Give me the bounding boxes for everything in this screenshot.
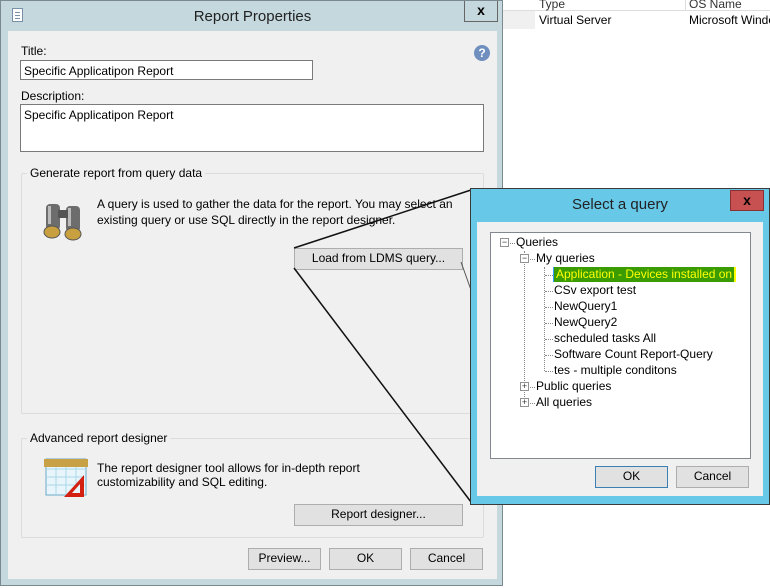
tree-node-all-queries[interactable]: All queries (536, 395, 592, 410)
query-window-title: Select a query (572, 196, 668, 213)
query-tree[interactable]: − Queries − My queries Application - Dev… (490, 232, 751, 459)
tree-line (545, 307, 553, 308)
tree-line (545, 339, 553, 340)
tree-line (530, 387, 535, 388)
expand-icon[interactable]: + (520, 382, 529, 391)
tree-line (545, 355, 553, 356)
tree-item[interactable]: NewQuery1 (554, 299, 617, 314)
tree-line (545, 275, 553, 276)
collapse-icon[interactable]: − (520, 254, 529, 263)
tree-item-selected[interactable]: Application - Devices installed on (553, 267, 737, 282)
tree-item[interactable]: NewQuery2 (554, 315, 617, 330)
tree-line (545, 323, 553, 324)
tree-item[interactable]: Software Count Report-Query (554, 347, 713, 362)
query-ok-button[interactable]: OK (595, 466, 668, 488)
collapse-icon[interactable]: − (500, 238, 509, 247)
tree-line (530, 403, 535, 404)
query-close-button[interactable]: x (730, 190, 764, 211)
tree-node-queries[interactable]: Queries (516, 235, 558, 250)
tree-node-my-queries[interactable]: My queries (536, 251, 595, 266)
tree-line (530, 259, 535, 260)
tree-line (510, 243, 515, 244)
tree-item[interactable]: CSv export test (554, 283, 636, 298)
expand-icon[interactable]: + (520, 398, 529, 407)
query-cancel-button[interactable]: Cancel (676, 466, 749, 488)
tree-item[interactable]: tes - multiple conditons (554, 363, 677, 378)
tree-line (545, 291, 553, 292)
tree-node-public-queries[interactable]: Public queries (536, 379, 611, 394)
tree-line (545, 371, 553, 372)
tree-item[interactable]: scheduled tasks All (554, 331, 656, 346)
